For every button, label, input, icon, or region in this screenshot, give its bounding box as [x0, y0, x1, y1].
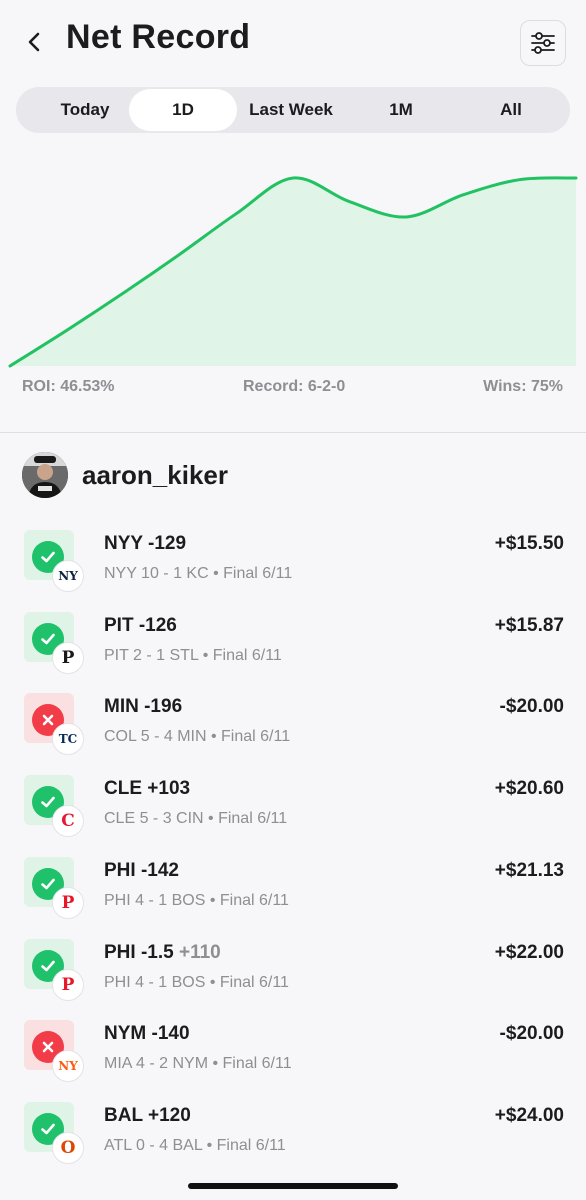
bet-pick: MIN -196	[104, 696, 182, 718]
bet-pick-label: CLE +103	[104, 778, 191, 800]
bet-pick-label: NYY -129	[104, 533, 187, 554]
bet-pick-label: BAL +120	[104, 1104, 191, 1126]
bet-row[interactable]: TC MIN -196 COL 5 - 4 MIN • Final 6/11 -$20…	[0, 693, 586, 775]
user-row[interactable]: aaron_kiker	[22, 452, 522, 500]
bet-pick-label: MIN -196	[104, 696, 183, 718]
bet-result: PHI 4 - 1 BOS • Final 6/11	[104, 891, 289, 909]
checkmark-icon	[41, 878, 55, 890]
team-logo-icon: P	[52, 641, 84, 674]
page-title: Net Record	[66, 18, 251, 56]
bet-pick-label: PHI -1.5	[104, 941, 174, 963]
checkmark-icon	[41, 551, 55, 563]
team-logo-icon: TC	[52, 723, 84, 756]
tab-last-week[interactable]: Last Week	[237, 89, 345, 131]
divider	[0, 432, 586, 433]
net-record-chart	[0, 140, 586, 372]
filter-button[interactable]	[520, 20, 566, 66]
checkmark-icon	[41, 796, 55, 808]
bet-row[interactable]: P PHI -1.5 +110 PHI 4 - 1 BOS • Final 6/11…	[0, 938, 586, 1021]
team-logo-icon: NY	[52, 1050, 84, 1083]
tab-today[interactable]: Today	[31, 89, 139, 131]
bet-pick-label: NYM -140	[104, 1023, 190, 1045]
record-stat: Record: 6-2-0	[243, 378, 346, 395]
bet-row[interactable]: O BAL +120 ATL 0 - 4 BAL • Final 6/11 +$24.…	[0, 1101, 586, 1184]
bet-pick: CLE +103	[104, 778, 190, 800]
roi-stat: ROI: 46.53%	[22, 378, 115, 395]
checkmark-icon	[41, 633, 55, 644]
bet-amount: +$24.00	[494, 1104, 564, 1126]
bet-result: PIT 2 - 1 STL • Final 6/11	[104, 646, 282, 664]
tab-all[interactable]: All	[457, 89, 565, 131]
chart-svg	[8, 176, 578, 368]
bet-result: CLE 5 - 3 CIN • Final 6/11	[104, 810, 288, 828]
wins-stat: Wins: 75%	[483, 378, 563, 395]
bet-amount: +$20.60	[494, 778, 564, 800]
bet-pick: PHI -1.5 +110	[104, 942, 221, 964]
home-indicator[interactable]	[188, 1183, 398, 1189]
bet-amount: -$20.00	[499, 696, 564, 718]
avatar-image	[22, 452, 68, 498]
x-icon	[42, 715, 54, 726]
sliders-icon	[531, 32, 555, 54]
bet-amount: +$21.13	[494, 859, 564, 881]
bet-row[interactable]: P PIT -126 PIT 2 - 1 STL • Final 6/11 +$15.…	[0, 611, 586, 694]
bet-pick: PIT -126	[104, 615, 177, 637]
checkmark-icon	[41, 1123, 55, 1135]
bet-result: ATL 0 - 4 BAL • Final 6/11	[104, 1136, 286, 1154]
chevron-left-icon	[28, 32, 40, 52]
avatar[interactable]	[22, 452, 68, 498]
bet-row[interactable]: P PHI -142 PHI 4 - 1 BOS • Final 6/11 +$21.…	[0, 856, 586, 939]
bet-pick: PHI -142	[104, 860, 179, 882]
bet-amount: +$22.00	[494, 941, 564, 963]
team-logo-icon: NY	[52, 560, 84, 592]
username[interactable]: aaron_kiker	[82, 460, 228, 491]
team-logo-icon: C	[52, 805, 84, 838]
bet-result: MIA 4 - 2 NYM • Final 6/11	[104, 1055, 292, 1073]
bet-pick: NYM -140	[104, 1023, 190, 1045]
bet-result: COL 5 - 4 MIN • Final 6/11	[104, 728, 291, 746]
bet-odds: +110	[173, 941, 221, 963]
bet-amount: +$15.87	[494, 614, 564, 636]
bet-row[interactable]: NY NYY -129 NYY 10 - 1 KC • Final 6/11 +$15…	[0, 530, 586, 612]
bet-row[interactable]: NY NYM -140 MIA 4 - 2 NYM • Final 6/11 -$20…	[0, 1020, 586, 1102]
bet-amount: +$15.50	[494, 533, 564, 554]
header: Net Record	[0, 0, 586, 84]
chart-area	[10, 177, 576, 366]
bet-amount: -$20.00	[499, 1023, 564, 1045]
team-logo-icon: P	[52, 968, 84, 1001]
team-logo-icon: O	[52, 1131, 84, 1164]
bet-pick-label: PIT -126	[104, 614, 177, 636]
checkmark-icon	[41, 960, 55, 971]
bet-pick-label: PHI -142	[104, 859, 179, 881]
bet-result: NYY 10 - 1 KC • Final 6/11	[104, 565, 293, 582]
tab-1m[interactable]: 1M	[347, 89, 455, 131]
team-logo-icon: P	[52, 886, 84, 919]
back-button[interactable]	[18, 26, 50, 58]
time-range-selector: Today 1D Last Week 1M All	[16, 87, 570, 133]
bet-row[interactable]: C CLE +103 CLE 5 - 3 CIN • Final 6/11 +$20.…	[0, 775, 586, 857]
x-icon	[42, 1041, 54, 1053]
tab-1d[interactable]: 1D	[129, 89, 237, 131]
bet-pick: NYY -129	[104, 533, 186, 555]
stats-row: ROI: 46.53% Record: 6-2-0 Wins: 75%	[0, 378, 586, 402]
bet-pick: BAL +120	[104, 1105, 191, 1127]
bet-result: PHI 4 - 1 BOS • Final 6/11	[104, 973, 289, 991]
